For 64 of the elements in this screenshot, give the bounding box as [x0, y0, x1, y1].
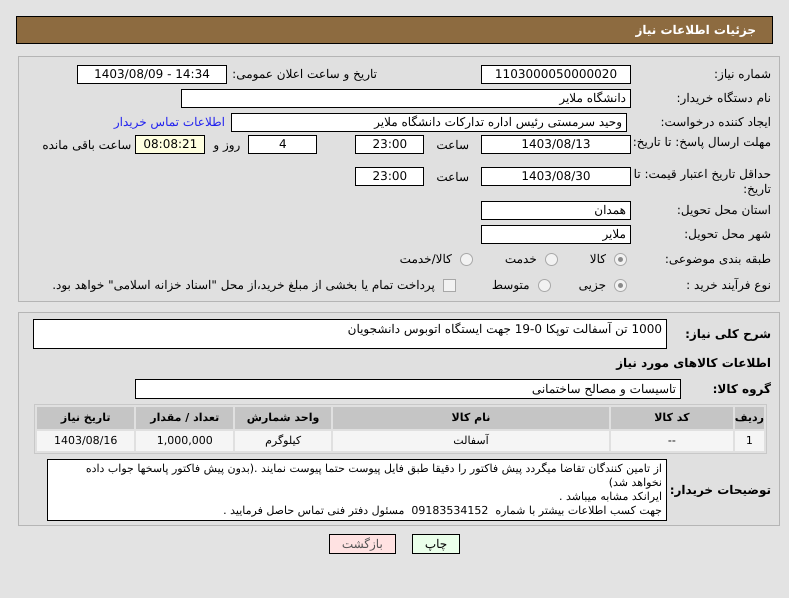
field-label: شهر محل تحویل: [683, 226, 771, 242]
note-line: ایرانکد مشابه میباشد . [558, 490, 662, 504]
column-header: تعداد / مقدار [136, 407, 234, 429]
note-line: جهت کسب اطلاعات بیشتر با شماره 09183534152 مسئول دفتر فنی تماس حاصل فرمایید . [222, 504, 662, 518]
radio-button[interactable] [538, 278, 551, 292]
table-cell: 1403/08/16 [37, 431, 134, 451]
radio-label: خدمت [504, 251, 537, 268]
field-label: شماره نیاز: [713, 66, 771, 82]
table-cell: -- [610, 431, 733, 451]
field-label: ایجاد کننده درخواست: [659, 114, 771, 130]
note-line: از تامین کنندگان تقاضا میگردد پیش فاکتور را دقیقا طبق فایل پیوست حتما پیوست نمایند .(بدون پیش فاکتور پاسخها جواب داده نخواهد شد) [84, 462, 662, 490]
field-label: روز و [213, 137, 240, 154]
field-label: ساعت [436, 169, 469, 186]
field-label: شرح کلی نیاز: [684, 326, 771, 343]
radio-label: کالا [590, 251, 606, 268]
column-header: واحد شمارش [235, 407, 331, 429]
checkbox[interactable] [442, 278, 456, 292]
field-label: گروه کالا: [712, 381, 771, 398]
input-field[interactable]: ملایر [481, 224, 631, 244]
input-field[interactable]: 1403/08/30 [481, 167, 631, 186]
field-label: استان محل تحویل: [676, 202, 771, 218]
field-label: تاریخ و ساعت اعلان عمومی: [231, 66, 377, 82]
radio-label: متوسط [492, 277, 530, 294]
back-button[interactable]: بازگشت [328, 534, 396, 554]
input-field[interactable]: تاسیسات و مصالح ساختمانی [135, 379, 681, 399]
input-field[interactable]: 1103000050000020 [481, 64, 631, 84]
page-title: جزئیات اطلاعات نیاز [635, 22, 756, 39]
field-label: حداقل تاریخ اعتبار قیمت: تا تاریخ: [632, 167, 771, 197]
input-field[interactable]: 1403/08/09 - 14:34 [77, 64, 227, 84]
print-button[interactable]: چاپ [412, 534, 460, 554]
field-label: مهلت ارسال پاسخ: تا تاریخ: [632, 135, 771, 150]
radio-button[interactable] [460, 252, 473, 266]
field-label: نوع فرآیند خرید : [685, 278, 771, 292]
field-label: ساعت [436, 137, 469, 154]
column-header: نام کالا [333, 407, 609, 429]
input-field[interactable]: 4 [248, 135, 318, 154]
input-field[interactable]: 23:00 [355, 167, 424, 186]
buyer-notes-textarea[interactable] [47, 459, 667, 521]
column-header: کد کالا [610, 407, 733, 429]
input-field[interactable]: وحید سرمستی رئیس اداره تدارکات دانشگاه ملایر [231, 112, 627, 132]
radio-label: کالا/خدمت [400, 251, 452, 268]
field-label: طبقه بندی موضوعی: [664, 252, 771, 266]
input-field[interactable]: 23:00 [355, 135, 424, 154]
column-header: تاریخ نیاز [37, 407, 134, 429]
table-cell: کیلوگرم [235, 431, 331, 451]
radio-button[interactable] [614, 278, 627, 292]
field-label: ساعت باقی مانده [42, 137, 132, 154]
column-header: ردیف [734, 407, 764, 429]
radio-button[interactable] [614, 252, 627, 266]
buyer-contact-link[interactable]: اطلاعات تماس خریدار [114, 113, 225, 131]
radio-label: جزیی [578, 277, 606, 294]
description-textarea[interactable]: 1000 تن آسفالت توپکا 0-19 جهت ایستگاه اتوبوس دانشجویان [33, 319, 667, 349]
field-label: نام دستگاه خریدار: [676, 90, 771, 106]
radio-button[interactable] [544, 252, 558, 266]
table-cell: 1 [734, 431, 764, 451]
input-field[interactable]: دانشگاه ملایر [181, 88, 631, 108]
table-cell: آسفالت [333, 431, 609, 451]
section-heading: اطلاعات کالاهای مورد نیاز [614, 355, 771, 372]
checkbox-label: پرداخت تمام یا بخشی از مبلغ خرید،از محل "اسناد خزانه اسلامی" خواهد بود. [52, 277, 435, 294]
table-cell: 1,000,000 [136, 431, 234, 451]
input-field[interactable]: 1403/08/13 [481, 135, 631, 154]
field-label: توضیحات خریدار: [668, 482, 771, 499]
input-field[interactable]: همدان [481, 200, 631, 220]
countdown-field[interactable]: 08:08:21 [135, 135, 206, 154]
